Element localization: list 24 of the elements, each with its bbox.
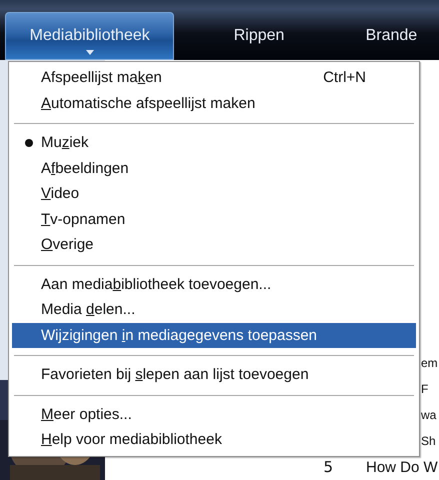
track-title: F <box>421 382 428 396</box>
nav-tab[interactable]: Mediabibliotheek <box>5 12 174 60</box>
menu-item[interactable]: Overige <box>12 232 416 258</box>
track-title: wa <box>421 408 436 422</box>
track-number: 5 <box>322 458 333 476</box>
shortcut-text: Ctrl+N <box>323 69 366 86</box>
menu-item[interactable]: Aan mediabibliotheek toevoegen... <box>12 272 416 297</box>
menu-item[interactable]: Afspeellijst maken Ctrl+N <box>12 65 416 90</box>
menu-item[interactable]: Video <box>12 181 416 206</box>
menu-item[interactable]: Afbeeldingen <box>12 156 416 181</box>
nav-tab[interactable]: Rippen <box>174 12 344 60</box>
menu-item[interactable]: Help voor mediabibliotheek <box>12 427 416 452</box>
nav-tab[interactable]: Brande <box>344 12 439 60</box>
menu-item[interactable]: Media delen... <box>12 297 416 322</box>
menu-item[interactable]: Favorieten bij slepen aan lijst toevoegen <box>12 362 416 388</box>
caret-icon <box>86 50 94 55</box>
menu-item[interactable]: Automatische afspeellijst maken <box>12 90 416 116</box>
track-title: Sh <box>421 434 436 448</box>
track-title: em <box>421 356 438 370</box>
menu-item[interactable]: Tv-opnamen <box>12 206 416 232</box>
menu-item[interactable]: Muziek <box>12 130 416 156</box>
menu-item[interactable]: Wijzigingen in mediagegevens toepassen <box>12 322 416 348</box>
track-title: How Do W <box>366 458 438 476</box>
menu-item[interactable]: Meer opties... <box>12 402 416 427</box>
